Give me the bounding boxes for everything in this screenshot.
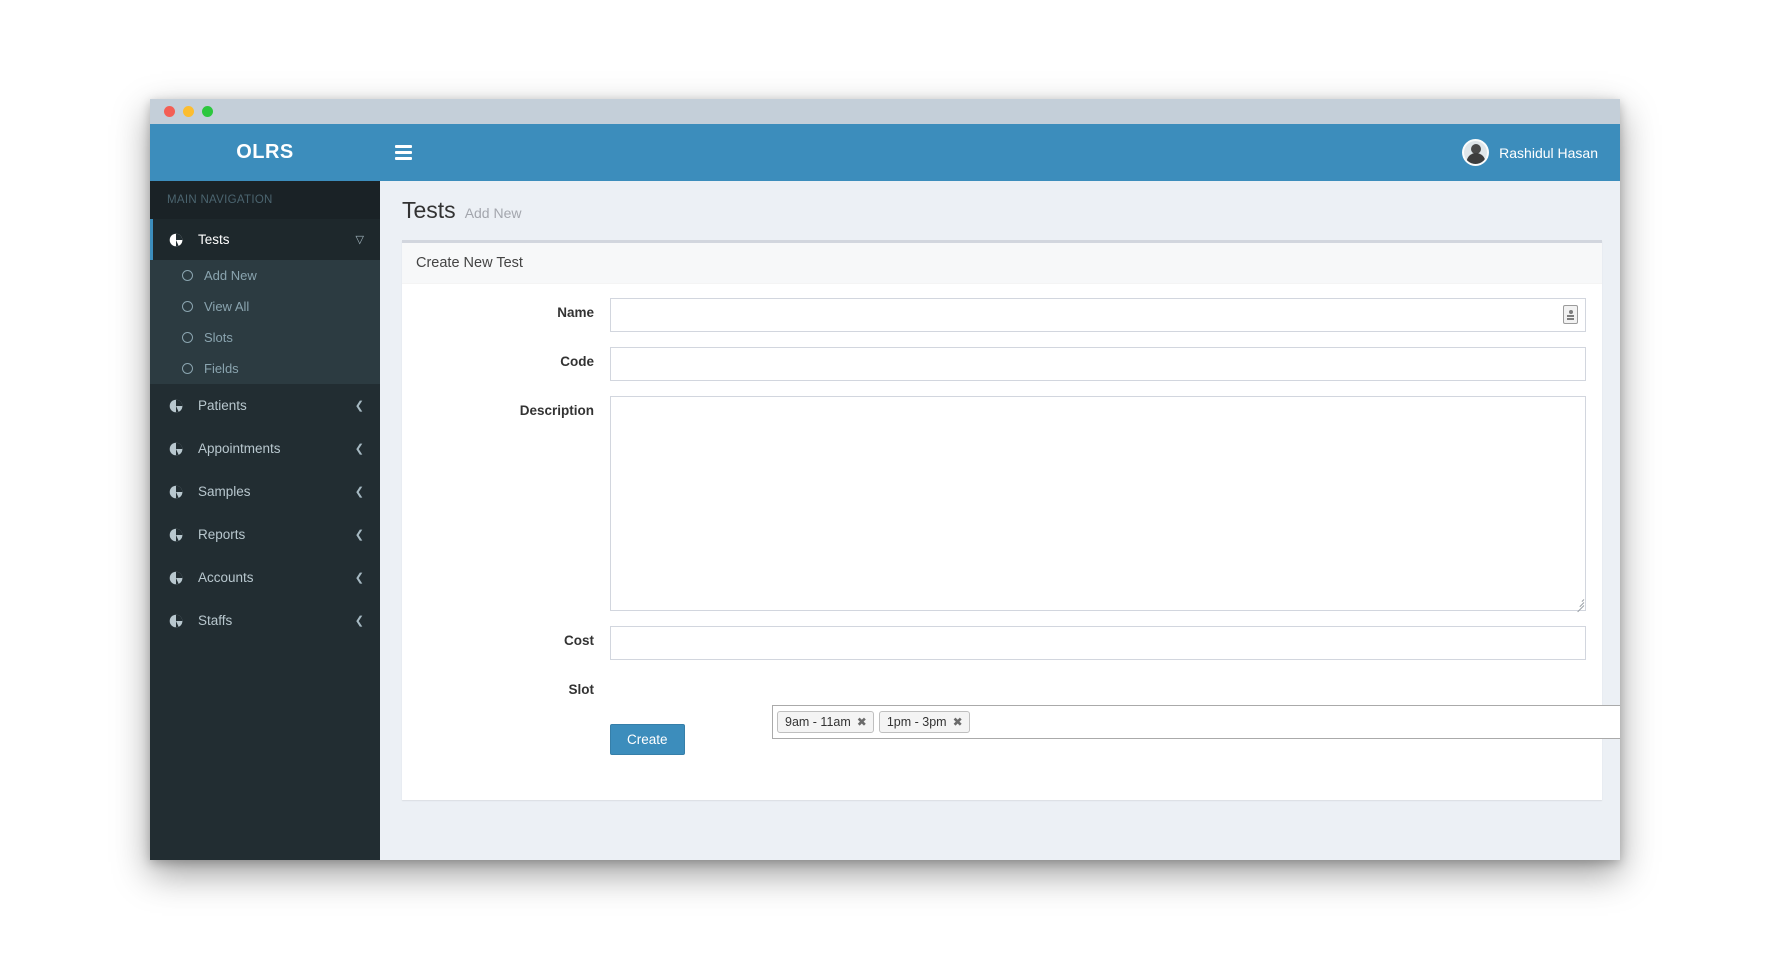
chevron-left-icon: ❮ — [354, 443, 364, 455]
slot-multiselect[interactable]: 9am - 11am ✖ 1pm - 3pm ✖ — [772, 705, 1620, 739]
sidebar-subitem-label: Fields — [204, 361, 239, 376]
slot-tag-label: 1pm - 3pm — [886, 715, 947, 729]
user-name-label: Rashidul Hasan — [1499, 144, 1598, 161]
pie-chart-icon — [169, 442, 191, 456]
card-header: Create New Test — [402, 243, 1602, 284]
form-row-code: Code — [418, 347, 1586, 381]
sidebar-item-label: Samples — [198, 484, 251, 499]
circle-o-icon — [182, 301, 193, 312]
page-header: Tests Add New — [380, 181, 1620, 234]
submit-spacer — [418, 724, 610, 731]
chevron-left-icon: ❮ — [354, 529, 364, 541]
screenshot-root: OLRS MAIN NAVIGATION Tests ▽ Add New Vie… — [0, 0, 1772, 962]
sidebar-item-label: Tests — [198, 232, 230, 247]
chevron-down-icon: ▽ — [355, 234, 364, 246]
sidebar-item-tests[interactable]: Tests ▽ — [150, 219, 380, 260]
pie-chart-icon — [169, 485, 191, 499]
code-label: Code — [560, 354, 594, 369]
pie-chart-icon — [169, 614, 191, 628]
sidebar-nav: Tests ▽ Add New View All Slots Fields Pa… — [150, 219, 380, 642]
circle-o-icon — [182, 270, 193, 281]
topbar: Rashidul Hasan — [380, 124, 1620, 181]
sidebar-item-samples[interactable]: Samples ❮ — [150, 470, 380, 513]
sidebar-subitem-view-all[interactable]: View All — [150, 291, 380, 322]
sidebar-item-label: Staffs — [198, 613, 233, 628]
form-row-description: Description — [418, 396, 1586, 613]
sidebar-subitem-fields[interactable]: Fields — [150, 353, 380, 384]
slot-tag[interactable]: 9am - 11am ✖ — [777, 711, 874, 733]
code-input[interactable] — [610, 347, 1586, 381]
sidebar-subitem-label: Add New — [204, 268, 257, 283]
sidebar-item-appointments[interactable]: Appointments ❮ — [150, 427, 380, 470]
sidebar-item-patients[interactable]: Patients ❮ — [150, 384, 380, 427]
sidebar-subitem-slots[interactable]: Slots — [150, 322, 380, 353]
slot-tag-label: 9am - 11am — [785, 715, 851, 729]
window-close-button[interactable] — [164, 106, 175, 117]
sidebar-item-label: Accounts — [198, 570, 254, 585]
sidebar-item-label: Reports — [198, 527, 246, 542]
create-button[interactable]: Create — [610, 724, 685, 755]
sidebar-item-label: Appointments — [198, 441, 281, 456]
page-title: Tests — [402, 197, 456, 223]
sidebar-subitem-label: Slots — [204, 330, 233, 345]
circle-o-icon — [182, 332, 193, 343]
pie-chart-icon — [169, 528, 191, 542]
card-title: Create New Test — [416, 255, 523, 271]
main-area: Rashidul Hasan Tests Add New Create New … — [380, 124, 1620, 860]
browser-window: OLRS MAIN NAVIGATION Tests ▽ Add New Vie… — [150, 99, 1620, 860]
user-menu[interactable]: Rashidul Hasan — [1458, 139, 1602, 166]
chevron-left-icon: ❮ — [354, 572, 364, 584]
sidebar-submenu-tests: Add New View All Slots Fields — [150, 260, 380, 384]
sidebar-item-staffs[interactable]: Staffs ❮ — [150, 599, 380, 642]
close-icon[interactable]: ✖ — [953, 716, 963, 728]
sidebar-nav-header: MAIN NAVIGATION — [150, 181, 380, 219]
sidebar-subitem-label: View All — [204, 299, 250, 314]
cost-label: Cost — [564, 633, 594, 648]
chevron-left-icon: ❮ — [354, 486, 364, 498]
sidebar: OLRS MAIN NAVIGATION Tests ▽ Add New Vie… — [150, 124, 380, 860]
description-textarea[interactable] — [610, 396, 1586, 611]
window-maximize-button[interactable] — [202, 106, 213, 117]
chevron-left-icon: ❮ — [354, 615, 364, 627]
sidebar-item-reports[interactable]: Reports ❮ — [150, 513, 380, 556]
cost-input[interactable] — [610, 626, 1586, 660]
window-minimize-button[interactable] — [183, 106, 194, 117]
autofill-card-icon[interactable] — [1563, 305, 1578, 324]
window-titlebar — [150, 99, 1620, 124]
app-shell: OLRS MAIN NAVIGATION Tests ▽ Add New Vie… — [150, 124, 1620, 860]
slot-tag[interactable]: 1pm - 3pm ✖ — [878, 711, 970, 733]
pie-chart-icon — [169, 571, 191, 585]
name-label: Name — [557, 305, 594, 320]
form-row-slot: Slot — [418, 675, 1586, 709]
name-input[interactable] — [610, 298, 1586, 332]
sidebar-subitem-add-new[interactable]: Add New — [150, 260, 380, 291]
sidebar-item-accounts[interactable]: Accounts ❮ — [150, 556, 380, 599]
circle-o-icon — [182, 363, 193, 374]
sidebar-item-label: Patients — [198, 398, 247, 413]
chevron-left-icon: ❮ — [354, 400, 364, 412]
close-icon[interactable]: ✖ — [857, 716, 867, 728]
page-subtitle: Add New — [464, 205, 522, 221]
slot-label: Slot — [568, 682, 595, 697]
form-row-cost: Cost — [418, 626, 1586, 660]
avatar — [1462, 139, 1490, 166]
description-label: Description — [519, 403, 594, 418]
pie-chart-icon — [169, 233, 191, 247]
app-logo[interactable]: OLRS — [150, 124, 380, 181]
pie-chart-icon — [169, 399, 191, 413]
form-row-name: Name — [418, 298, 1586, 332]
hamburger-icon[interactable] — [380, 124, 426, 181]
